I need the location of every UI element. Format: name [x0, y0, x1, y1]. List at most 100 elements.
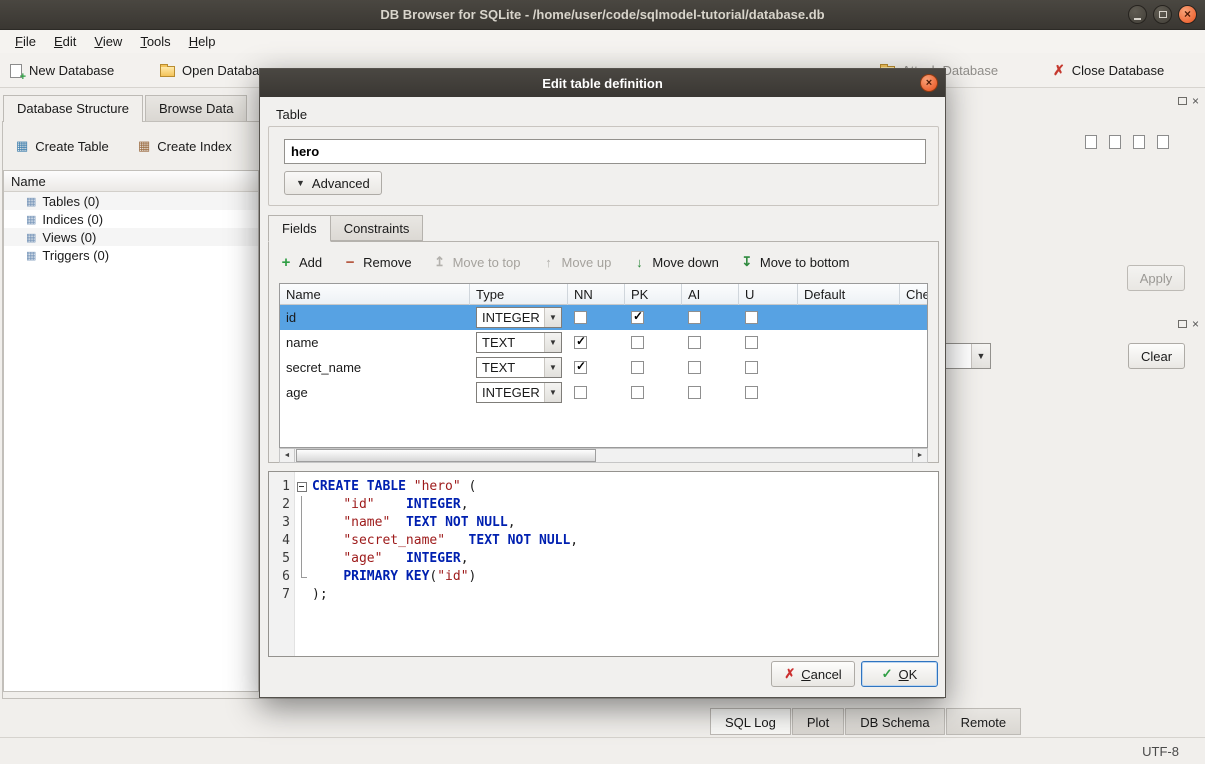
cancel-button[interactable]: ✗ Cancel [771, 661, 855, 687]
column-header-default[interactable]: Default [798, 284, 900, 305]
type-combobox[interactable]: INTEGER▼ [476, 382, 562, 403]
tree-item-views[interactable]: ▦Views (0) [4, 228, 258, 246]
column-header-u[interactable]: U [739, 284, 798, 305]
grid-header: NameTypeNNPKAIUDefaultCheck [280, 284, 927, 305]
tab-database-structure[interactable]: Database Structure [3, 95, 143, 122]
schema-tree[interactable]: Name ▦Tables (0)▦Indices (0)▦Views (0)▦T… [3, 170, 259, 692]
u-checkbox[interactable] [745, 311, 758, 324]
tab-browse-data[interactable]: Browse Data [145, 95, 247, 121]
type-combobox[interactable]: TEXT▼ [476, 332, 562, 353]
ai-checkbox[interactable] [688, 361, 701, 374]
pk-checkbox[interactable] [631, 336, 644, 349]
apply-label: Apply [1140, 271, 1173, 286]
field-type-cell: TEXT▼ [470, 355, 568, 380]
u-checkbox[interactable] [745, 361, 758, 374]
type-combobox[interactable]: TEXT▼ [476, 357, 562, 378]
dialog-close-button[interactable]: × [920, 74, 938, 92]
nn-checkbox[interactable] [574, 361, 587, 374]
close-window-button[interactable]: × [1178, 5, 1197, 24]
advanced-toggle-button[interactable]: ▼ Advanced [284, 171, 382, 195]
sql-token: ) [469, 569, 477, 584]
minimize-button[interactable] [1128, 5, 1147, 24]
field-row[interactable]: ageINTEGER▼ [280, 380, 927, 405]
nn-checkbox[interactable] [574, 311, 587, 324]
column-header-pk[interactable]: PK [625, 284, 682, 305]
apply-button[interactable]: Apply [1127, 265, 1185, 291]
cell-import-button[interactable] [1080, 131, 1102, 153]
ok-label: OK [899, 667, 918, 682]
nn-checkbox[interactable] [574, 386, 587, 399]
sql-token: "id" [343, 497, 374, 512]
field-row[interactable]: idINTEGER▼ [280, 305, 927, 330]
nn-checkbox[interactable] [574, 336, 587, 349]
close-database-button[interactable]: ✗ Close Database [1053, 59, 1164, 82]
tree-item-indices[interactable]: ▦Indices (0) [4, 210, 258, 228]
pk-checkbox[interactable] [631, 361, 644, 374]
menu-item-edit[interactable]: Edit [45, 32, 85, 51]
scroll-right-arrow-icon[interactable]: ► [912, 449, 927, 462]
line-number: 5 [269, 550, 294, 568]
menu-item-file[interactable]: File [6, 32, 45, 51]
menu-item-tools[interactable]: Tools [131, 32, 179, 51]
ai-checkbox[interactable] [688, 386, 701, 399]
plus-icon: + [20, 71, 26, 83]
u-checkbox[interactable] [745, 336, 758, 349]
ai-checkbox[interactable] [688, 336, 701, 349]
cell-export-button[interactable] [1104, 131, 1126, 153]
column-header-check[interactable]: Check [900, 284, 928, 305]
bottom-tab-db-schema[interactable]: DB Schema [845, 708, 944, 735]
move-down-button[interactable]: ↓Move down [632, 255, 718, 270]
new-database-button[interactable]: + New Database [10, 59, 114, 82]
pk-checkbox[interactable] [631, 386, 644, 399]
cell-print-button[interactable] [1152, 131, 1174, 153]
maximize-button[interactable] [1153, 5, 1172, 24]
bottom-tab-remote[interactable]: Remote [946, 708, 1022, 735]
table-name-input[interactable] [284, 139, 926, 164]
sql-token: TEXT NOT NULL [469, 533, 571, 548]
pk-checkbox[interactable] [631, 311, 644, 324]
column-header-name[interactable]: Name [280, 284, 470, 305]
chevron-down-icon: ▼ [544, 358, 561, 377]
field-row[interactable]: secret_nameTEXT▼ [280, 355, 927, 380]
menu-item-view[interactable]: View [85, 32, 131, 51]
create-index-button[interactable]: ▦ Create Index [132, 133, 238, 159]
fold-marker[interactable] [295, 478, 309, 496]
scrollbar-thumb[interactable] [296, 449, 596, 462]
remove-button[interactable]: −Remove [343, 254, 411, 271]
encoding-indicator[interactable]: UTF-8 [1142, 744, 1179, 759]
column-header-ai[interactable]: AI [682, 284, 739, 305]
grid-horizontal-scrollbar[interactable]: ◄ ► [279, 448, 928, 463]
open-database-button[interactable]: Open Database [160, 59, 273, 82]
dock-float-icon[interactable] [1178, 320, 1187, 328]
add-button[interactable]: +Add [279, 254, 322, 271]
menu-bar: FileEditViewToolsHelp [0, 30, 1205, 53]
scroll-left-arrow-icon[interactable]: ◄ [280, 449, 295, 462]
clear-button[interactable]: Clear [1128, 343, 1185, 369]
dock-float-icon[interactable] [1178, 97, 1187, 105]
dialog-titlebar[interactable]: Edit table definition × [260, 69, 945, 97]
fields-grid: NameTypeNNPKAIUDefaultCheck idINTEGER▼na… [279, 283, 928, 448]
add-icon: + [279, 254, 293, 271]
type-combobox[interactable]: INTEGER▼ [476, 307, 562, 328]
tree-header-name[interactable]: Name [4, 171, 258, 192]
nn-cell [568, 355, 625, 380]
dock-close-icon[interactable]: × [1192, 96, 1199, 106]
tree-item-tables[interactable]: ▦Tables (0) [4, 192, 258, 210]
column-header-nn[interactable]: NN [568, 284, 625, 305]
dock-close-icon[interactable]: × [1192, 319, 1199, 329]
u-checkbox[interactable] [745, 386, 758, 399]
move-bottom-button[interactable]: ↧Move to bottom [740, 254, 850, 270]
dialog-tab-constraints[interactable]: Constraints [330, 215, 424, 241]
cell-null-button[interactable] [1128, 131, 1150, 153]
tree-item-triggers[interactable]: ▦Triggers (0) [4, 246, 258, 264]
bottom-tab-plot[interactable]: Plot [792, 708, 844, 735]
field-row[interactable]: nameTEXT▼ [280, 330, 927, 355]
column-header-type[interactable]: Type [470, 284, 568, 305]
sql-editor[interactable]: CREATE TABLE "hero" ( "id" INTEGER, "nam… [309, 472, 938, 656]
dialog-tab-fields[interactable]: Fields [268, 215, 331, 242]
create-table-button[interactable]: ▦ Create Table [10, 133, 115, 159]
ai-checkbox[interactable] [688, 311, 701, 324]
ok-button[interactable]: ✓ OK [861, 661, 938, 687]
menu-item-help[interactable]: Help [180, 32, 225, 51]
bottom-tab-sql-log[interactable]: SQL Log [710, 708, 791, 735]
